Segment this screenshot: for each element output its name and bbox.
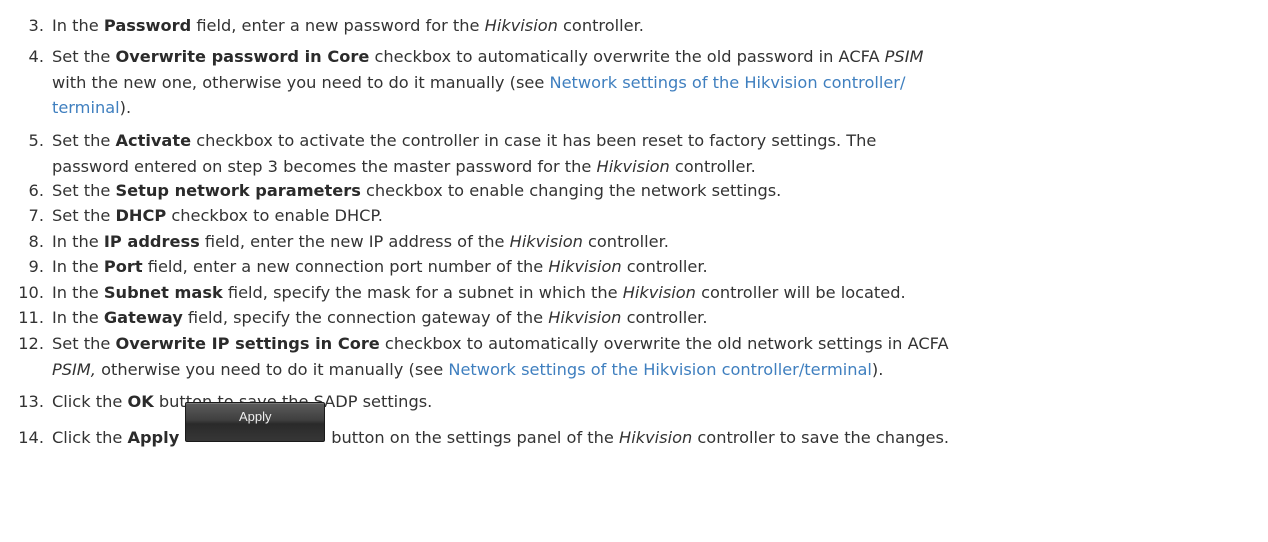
step-text: In the Port field, enter a new connectio… [52, 254, 708, 280]
step-text-fragment: field, specify the connection gateway of… [182, 308, 549, 327]
step-text-fragment: Click the [52, 428, 128, 447]
step-text: In the Subnet mask field, specify the ma… [52, 280, 906, 306]
step-text-fragment: checkbox to automatically overwrite the … [379, 334, 949, 353]
italic-term: Hikvision [596, 156, 670, 176]
step-text-fragment: with the new one, otherwise you need to … [52, 72, 550, 92]
step-text-fragment: checkbox to enable DHCP. [166, 206, 383, 225]
bold-term: Apply [127, 428, 180, 447]
step-text: In the Gateway field, specify the connec… [52, 305, 707, 331]
italic-term: Hikvision [548, 257, 622, 276]
italic-term: Hikvision [548, 308, 622, 327]
step-text-fragment: Set the [52, 206, 116, 225]
step-number: 9. [28, 257, 44, 276]
network-settings-link[interactable]: terminal [52, 98, 120, 117]
apply-button[interactable]: Apply [185, 401, 326, 442]
step-number: 6. [28, 181, 44, 200]
step-text-line: Set the Overwrite IP settings in Core ch… [52, 331, 949, 357]
step-text: Set the Overwrite IP settings in Core ch… [52, 331, 949, 382]
step-text-fragment: Click the [52, 392, 128, 411]
step-text-fragment: controller. [669, 156, 756, 176]
step-text-fragment: field, enter a new password for the [191, 16, 485, 35]
step-number: 12. [18, 334, 44, 353]
step-text-fragment: controller will be located. [695, 283, 906, 302]
step-text-line: terminal). [52, 95, 923, 121]
step-text-fragment: Set the [52, 47, 116, 66]
step-text-fragment: field, enter the new IP address of the [199, 232, 510, 251]
step-text-fragment: controller. [582, 232, 669, 251]
step-text-fragment: ). [119, 98, 132, 117]
italic-term: PSIM [884, 47, 924, 66]
network-settings-link[interactable]: Network settings of the Hikvision contro… [448, 360, 872, 379]
bold-term: Password [103, 16, 192, 35]
step-text-line: Set the Activate checkbox to activate th… [52, 128, 876, 154]
step-text-fragment: otherwise you need to do it manually (se… [95, 359, 449, 379]
step-text-fragment: controller. [557, 16, 644, 35]
step-text-fragment: In the [52, 16, 104, 35]
step-text-fragment: password entered on step 3 becomes the m… [52, 156, 597, 176]
step-text-fragment: In the [52, 232, 104, 251]
italic-term: Hikvision [622, 283, 696, 302]
step-text-line: Set the Overwrite password in Core check… [52, 44, 923, 70]
step-text-fragment: button on the settings panel of the [331, 428, 620, 447]
network-settings-link[interactable]: Network settings of the Hikvision contro… [549, 73, 905, 92]
italic-term: PSIM, [52, 359, 96, 379]
step-text: In the Password field, enter a new passw… [52, 13, 644, 39]
step-text: Click the Apply Apply button on the settin… [52, 401, 950, 451]
italic-term: Hikvision [509, 232, 583, 251]
step-number: 14. [18, 428, 44, 447]
step-text-fragment: controller. [621, 257, 708, 276]
step-text-fragment: controller. [621, 308, 708, 327]
step-text-line: with the new one, otherwise you need to … [52, 70, 923, 96]
step-text: Set the Overwrite password in Core check… [52, 44, 923, 121]
step-number: 7. [28, 206, 44, 225]
italic-term: Hikvision [619, 428, 693, 447]
step-text-fragment: checkbox to automatically overwrite the … [369, 47, 885, 66]
step-number: 5. [28, 131, 44, 150]
step-text-fragment: In the [52, 308, 104, 327]
step-text: Set the Activate checkbox to activate th… [52, 128, 876, 179]
step-text-fragment: ). [871, 359, 884, 379]
step-text-fragment: field, specify the mask for a subnet in … [222, 283, 623, 302]
step-number: 11. [18, 308, 44, 327]
step-text: In the IP address field, enter the new I… [52, 229, 669, 255]
bold-term: Overwrite password in Core [115, 47, 370, 66]
step-number: 3. [28, 16, 44, 35]
step-text-fragment: checkbox to enable changing the network … [360, 181, 782, 200]
bold-term: Gateway [103, 308, 183, 327]
step-text-fragment: Set the [52, 181, 116, 200]
step-number: 8. [28, 232, 44, 251]
step-number: 4. [28, 47, 44, 66]
step-number: 13. [18, 392, 44, 411]
step-number: 10. [18, 283, 44, 302]
step-text-line: PSIM, otherwise you need to do it manual… [52, 357, 949, 383]
bold-term: Setup network parameters [115, 181, 361, 200]
bold-term: IP address [103, 232, 200, 251]
bold-term: Activate [115, 131, 192, 150]
bold-term: DHCP [115, 206, 167, 225]
step-text: Set the Setup network parameters checkbo… [52, 178, 781, 204]
bold-term: Subnet mask [103, 283, 223, 302]
step-text-fragment: In the [52, 257, 104, 276]
step-text-fragment: In the [52, 283, 104, 302]
italic-term: Hikvision [484, 16, 558, 35]
step-text-fragment: Set the [52, 334, 116, 353]
bold-term: Port [103, 257, 143, 276]
bold-term: Overwrite IP settings in Core [115, 334, 380, 353]
bold-term: OK [127, 392, 154, 411]
step-text-fragment: checkbox to activate the controller in c… [191, 131, 877, 150]
step-text-fragment: controller to save the changes. [692, 428, 950, 447]
step-text-fragment: field, enter a new connection port numbe… [142, 257, 549, 276]
step-text: Set the DHCP checkbox to enable DHCP. [52, 203, 383, 229]
step-text-fragment: Set the [52, 131, 116, 150]
step-text-line: password entered on step 3 becomes the m… [52, 154, 876, 180]
